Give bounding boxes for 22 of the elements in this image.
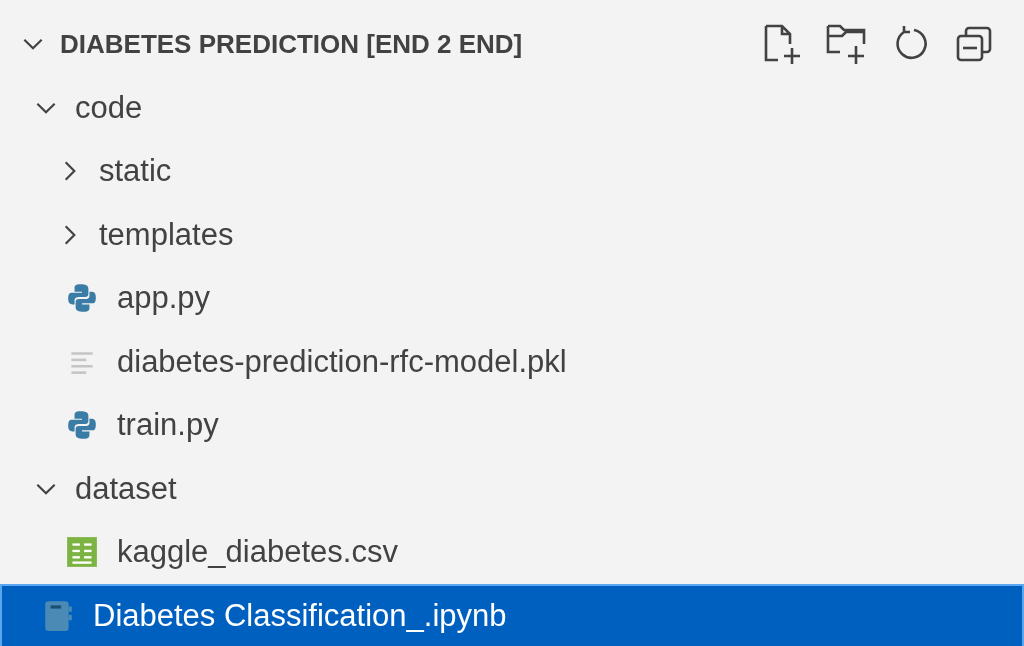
file-name: train.py [117,407,219,444]
tree-item[interactable]: static [0,139,1024,203]
tree-item[interactable]: diabetes-prediction-rfc-model.pkl [0,330,1024,394]
tree-item[interactable]: train.py [0,393,1024,457]
tree-item[interactable]: code [0,76,1024,140]
spreadsheet-icon [65,535,99,570]
file-name: Diabetes Classification_.ipynb [93,597,507,634]
tree-item[interactable]: kaggle_diabetes.csv [0,520,1024,584]
file-name: app.py [117,280,211,317]
collapse-all-icon[interactable] [954,24,994,64]
file-name: dataset [75,470,177,507]
new-file-icon[interactable] [762,22,802,66]
explorer-title: DIABETES PREDICTION [END 2 END] [60,28,523,60]
tree-item[interactable]: templates [0,203,1024,267]
tree-item[interactable]: Diabetes Classification_.ipynb [0,584,1024,646]
file-name: diabetes-prediction-rfc-model.pkl [117,343,567,380]
file-name: static [99,153,172,190]
file-name: kaggle_diabetes.csv [117,534,398,571]
file-name: code [75,89,143,126]
tree-item[interactable]: app.py [0,266,1024,330]
file-name: templates [99,216,234,253]
tree-item[interactable]: dataset [0,457,1024,521]
